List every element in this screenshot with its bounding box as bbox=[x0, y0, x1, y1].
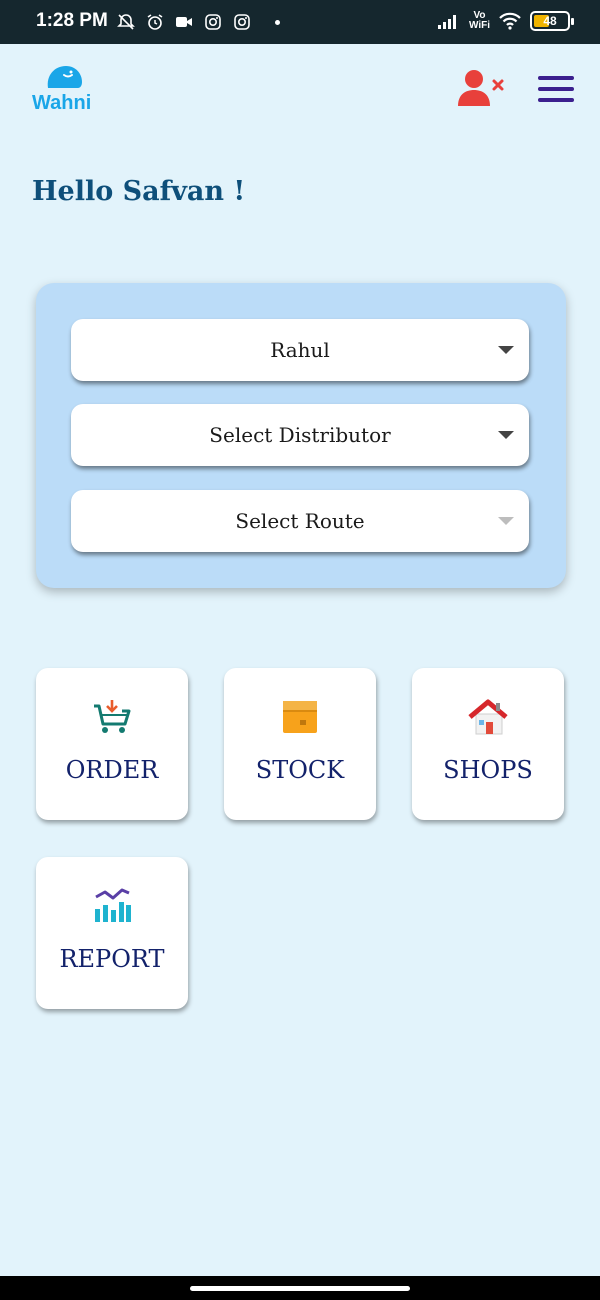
vowifi-indicator: Vo WiFi bbox=[468, 10, 490, 31]
wahni-logo: Wahni bbox=[32, 62, 104, 114]
more-notifications-dot bbox=[275, 19, 280, 25]
order-tile[interactable]: ORDER bbox=[36, 668, 188, 820]
salesman-dropdown[interactable]: Rahul bbox=[71, 319, 529, 381]
logo-text: Wahni bbox=[32, 92, 92, 114]
greeting-text: Hello Safvan ! bbox=[32, 176, 246, 207]
instagram-icon bbox=[205, 14, 221, 30]
video-camera-icon bbox=[176, 17, 192, 27]
battery-icon: 48 bbox=[530, 11, 574, 31]
system-icons: Vo WiFi 48 bbox=[437, 10, 574, 31]
bell-off-icon bbox=[117, 14, 135, 30]
chevron-down-icon bbox=[498, 431, 514, 439]
home-gesture-handle[interactable] bbox=[190, 1286, 410, 1291]
chevron-down-icon bbox=[498, 346, 514, 354]
tile-label: STOCK bbox=[255, 756, 345, 784]
hamburger-menu-icon[interactable] bbox=[538, 76, 574, 104]
instagram-icon bbox=[234, 14, 250, 30]
user-remove-icon[interactable] bbox=[456, 68, 506, 110]
logo-icon bbox=[47, 66, 82, 88]
tile-label: REPORT bbox=[59, 945, 165, 973]
report-tile[interactable]: REPORT bbox=[36, 857, 188, 1009]
distributor-dropdown[interactable]: Select Distributor bbox=[71, 404, 529, 466]
chevron-down-icon bbox=[498, 517, 514, 525]
route-dropdown[interactable]: Select Route bbox=[71, 490, 529, 552]
shops-tile[interactable]: SHOPS bbox=[412, 668, 564, 820]
chart-icon bbox=[95, 888, 131, 922]
stock-tile[interactable]: STOCK bbox=[224, 668, 376, 820]
battery-level: 48 bbox=[543, 14, 557, 28]
wifi-icon bbox=[499, 12, 521, 30]
tile-label: SHOPS bbox=[443, 756, 533, 784]
status-time: 1:28 PM bbox=[36, 10, 108, 31]
box-icon bbox=[283, 701, 317, 733]
status-bar: 1:28 PM Vo WiFi 48 bbox=[0, 0, 600, 44]
dropdown-value: Rahul bbox=[270, 338, 330, 362]
signal-icon bbox=[437, 15, 456, 29]
shop-house-icon bbox=[468, 699, 508, 735]
dropdown-value: Select Distributor bbox=[209, 423, 391, 447]
tile-label: ORDER bbox=[65, 756, 159, 784]
alarm-icon bbox=[147, 14, 163, 30]
gesture-navigation-bar bbox=[0, 1276, 600, 1300]
cart-icon bbox=[94, 700, 131, 733]
selection-panel: Rahul Select Distributor Select Route bbox=[36, 283, 566, 588]
dropdown-value: Select Route bbox=[235, 509, 365, 533]
notification-icons bbox=[116, 12, 280, 32]
